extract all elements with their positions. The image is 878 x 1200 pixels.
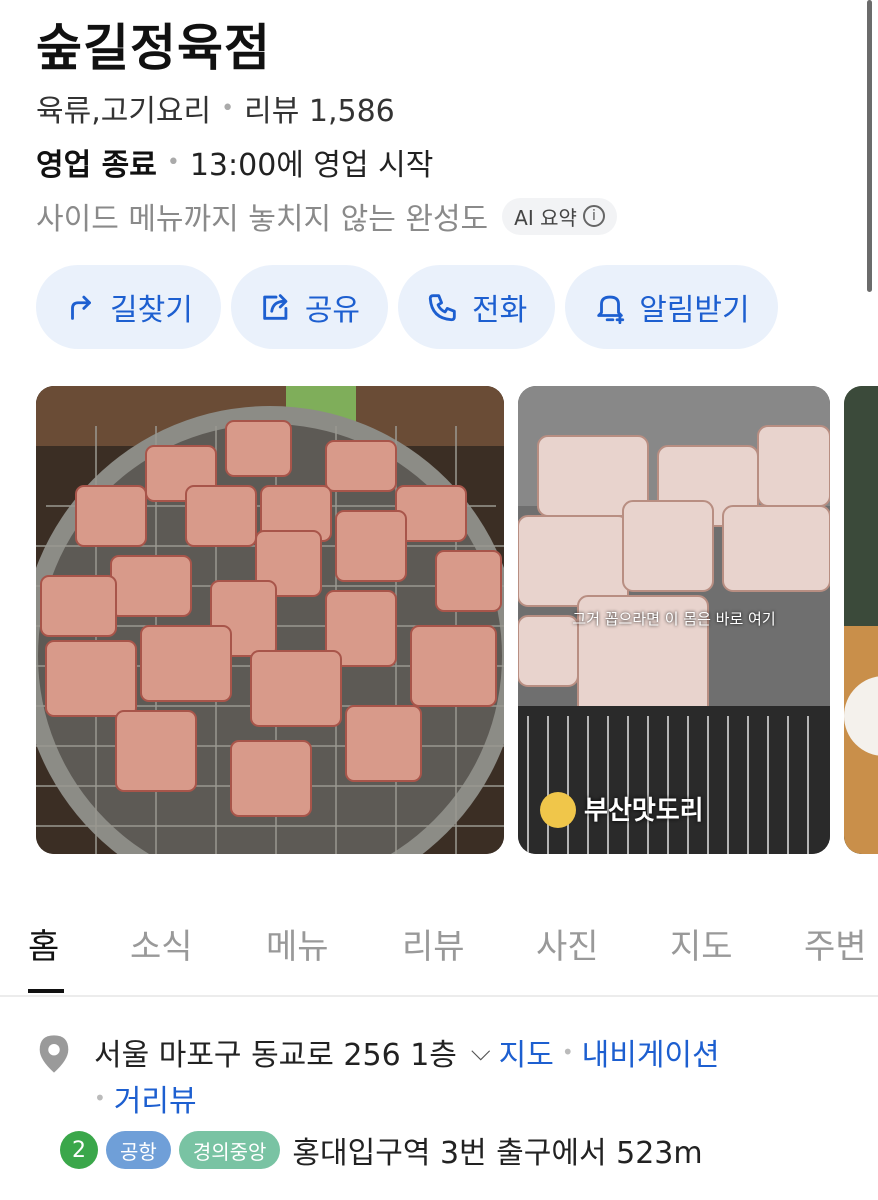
address-line-2: • 거리뷰 bbox=[94, 1076, 197, 1120]
address-text[interactable]: 서울 마포구 동교로 256 1층 bbox=[94, 1030, 457, 1074]
call-button[interactable]: 전화 bbox=[398, 265, 556, 349]
street-view-link[interactable]: 거리뷰 bbox=[114, 1076, 197, 1120]
map-link[interactable]: 지도 bbox=[499, 1030, 554, 1074]
grill-image bbox=[36, 386, 504, 854]
category-line: 육류,고기요리 • 리뷰 1,586 bbox=[36, 86, 395, 130]
tab-home[interactable]: 홈 bbox=[28, 919, 59, 968]
photo-partial[interactable] bbox=[844, 386, 878, 854]
transit-info: 2 공항 경의중앙 홍대입구역 3번 출구에서 523m bbox=[60, 1128, 703, 1172]
station-directions: 홍대입구역 3번 출구에서 523m bbox=[292, 1136, 703, 1171]
notify-button[interactable]: 알림받기 bbox=[565, 265, 778, 349]
separator-dot: • bbox=[221, 95, 235, 121]
next-open-time: 13:00에 영업 시작 bbox=[189, 148, 434, 183]
tab-news[interactable]: 소식 bbox=[130, 919, 193, 968]
ai-badge-label: AI 요약 bbox=[514, 205, 577, 230]
review-count[interactable]: 리뷰 1,586 bbox=[244, 86, 395, 130]
share-label: 공유 bbox=[304, 293, 361, 328]
tab-reviews[interactable]: 리뷰 bbox=[402, 919, 465, 968]
photo-grill-pork[interactable] bbox=[36, 386, 504, 854]
tab-map[interactable]: 지도 bbox=[670, 919, 733, 968]
summary-line: 사이드 메뉴까지 놓치지 않는 완성도 AI 요약 i bbox=[36, 194, 617, 238]
tab-menu[interactable]: 메뉴 bbox=[266, 919, 329, 968]
tab-bar: 홈 소식 메뉴 리뷰 사진 지도 주변 bbox=[0, 905, 878, 997]
airport-line-badge: 공항 bbox=[106, 1131, 171, 1169]
business-status: 영업 종료 bbox=[36, 148, 157, 183]
photo-video-thumbnail[interactable]: 그거 꼽으라면 이 몸은 바로 여기 부산맛도리 bbox=[518, 386, 830, 854]
directions-label: 길찾기 bbox=[110, 293, 193, 328]
separator-dot: • bbox=[166, 149, 180, 175]
subway-line-2-badge: 2 bbox=[60, 1131, 98, 1169]
navigation-link[interactable]: 내비게이션 bbox=[582, 1030, 720, 1074]
tab-nearby[interactable]: 주변 bbox=[804, 919, 867, 968]
address-line: 서울 마포구 동교로 256 1층 ⌵ 지도 • 내비게이션 bbox=[94, 1030, 720, 1074]
share-icon bbox=[263, 294, 288, 320]
action-buttons: 길찾기 공유 전화 알림받기 bbox=[36, 265, 778, 349]
hours-line[interactable]: 영업 종료 • 13:00에 영업 시작 bbox=[36, 140, 433, 184]
category-text: 육류,고기요리 bbox=[36, 94, 212, 129]
chevron-down-icon[interactable]: ⌵ bbox=[471, 1037, 491, 1068]
notify-label: 알림받기 bbox=[639, 293, 750, 328]
directions-button[interactable]: 길찾기 bbox=[36, 265, 221, 349]
ai-summary-text: 사이드 메뉴까지 놓치지 않는 완성도 bbox=[36, 202, 489, 237]
location-pin-icon bbox=[39, 1035, 69, 1073]
bell-icon bbox=[597, 295, 625, 324]
active-tab-indicator bbox=[28, 989, 64, 993]
info-icon: i bbox=[582, 205, 605, 227]
share-button[interactable]: 공유 bbox=[230, 265, 389, 349]
place-title: 숲길정육점 bbox=[36, 19, 271, 77]
gyeongui-line-badge: 경의중앙 bbox=[178, 1131, 281, 1169]
phone-icon bbox=[428, 294, 456, 322]
channel-label: 부산맛도리 bbox=[584, 796, 704, 826]
call-label: 전화 bbox=[472, 293, 528, 328]
video-caption: 그거 꼽으라면 이 몸은 바로 여기 bbox=[572, 610, 776, 628]
separator-dot: • bbox=[94, 1086, 106, 1110]
directions-arrow-icon bbox=[71, 295, 91, 320]
ai-summary-badge[interactable]: AI 요약 i bbox=[502, 197, 617, 235]
separator-dot: • bbox=[561, 1040, 574, 1064]
photo-carousel[interactable]: 그거 꼽으라면 이 몸은 바로 여기 부산맛도리 bbox=[36, 386, 878, 854]
partial-image bbox=[844, 386, 878, 854]
scrollbar[interactable] bbox=[867, 0, 872, 292]
tab-photos[interactable]: 사진 bbox=[536, 919, 599, 968]
